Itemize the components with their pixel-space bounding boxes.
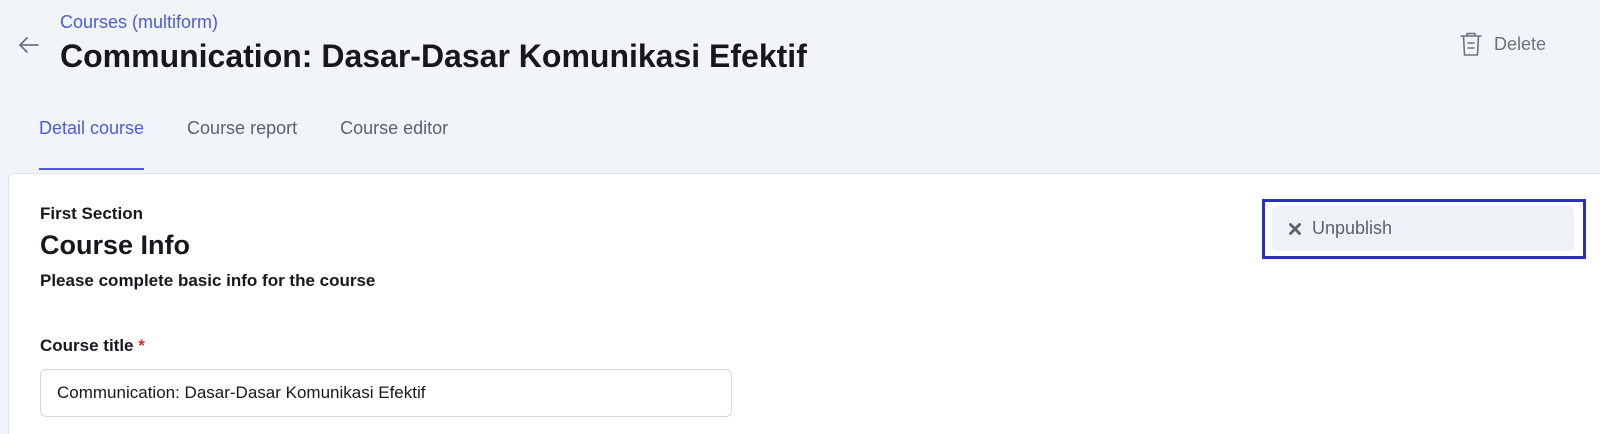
unpublish-button[interactable]: Unpublish [1272,206,1574,251]
page-header: Courses (multiform) Communication: Dasar… [0,0,1600,172]
section-title: Course Info [40,230,191,260]
course-title-label-text: Course title [40,336,134,355]
delete-button[interactable]: Delete [1460,31,1546,57]
tab-detail-course[interactable]: Detail course [39,118,145,170]
delete-label: Delete [1494,33,1547,54]
section-label: First Section [40,204,143,223]
close-icon [1289,222,1301,235]
required-mark: * [138,336,145,355]
back-button[interactable] [16,32,42,58]
section-description: Please complete basic info for the cours… [40,271,376,290]
arrow-left-icon [19,37,39,53]
tab-course-editor[interactable]: Course editor [340,118,448,170]
trash-icon [1460,32,1482,56]
unpublish-label: Unpublish [1312,218,1393,238]
course-title-label: Course title * [40,336,145,356]
course-title-input[interactable] [40,369,732,417]
tab-course-report[interactable]: Course report [187,118,297,170]
breadcrumb[interactable]: Courses (multiform) [60,12,218,33]
tab-bar: Detail course Course report Course edito… [39,118,448,170]
page-title: Communication: Dasar-Dasar Komunikasi Ef… [60,38,807,74]
